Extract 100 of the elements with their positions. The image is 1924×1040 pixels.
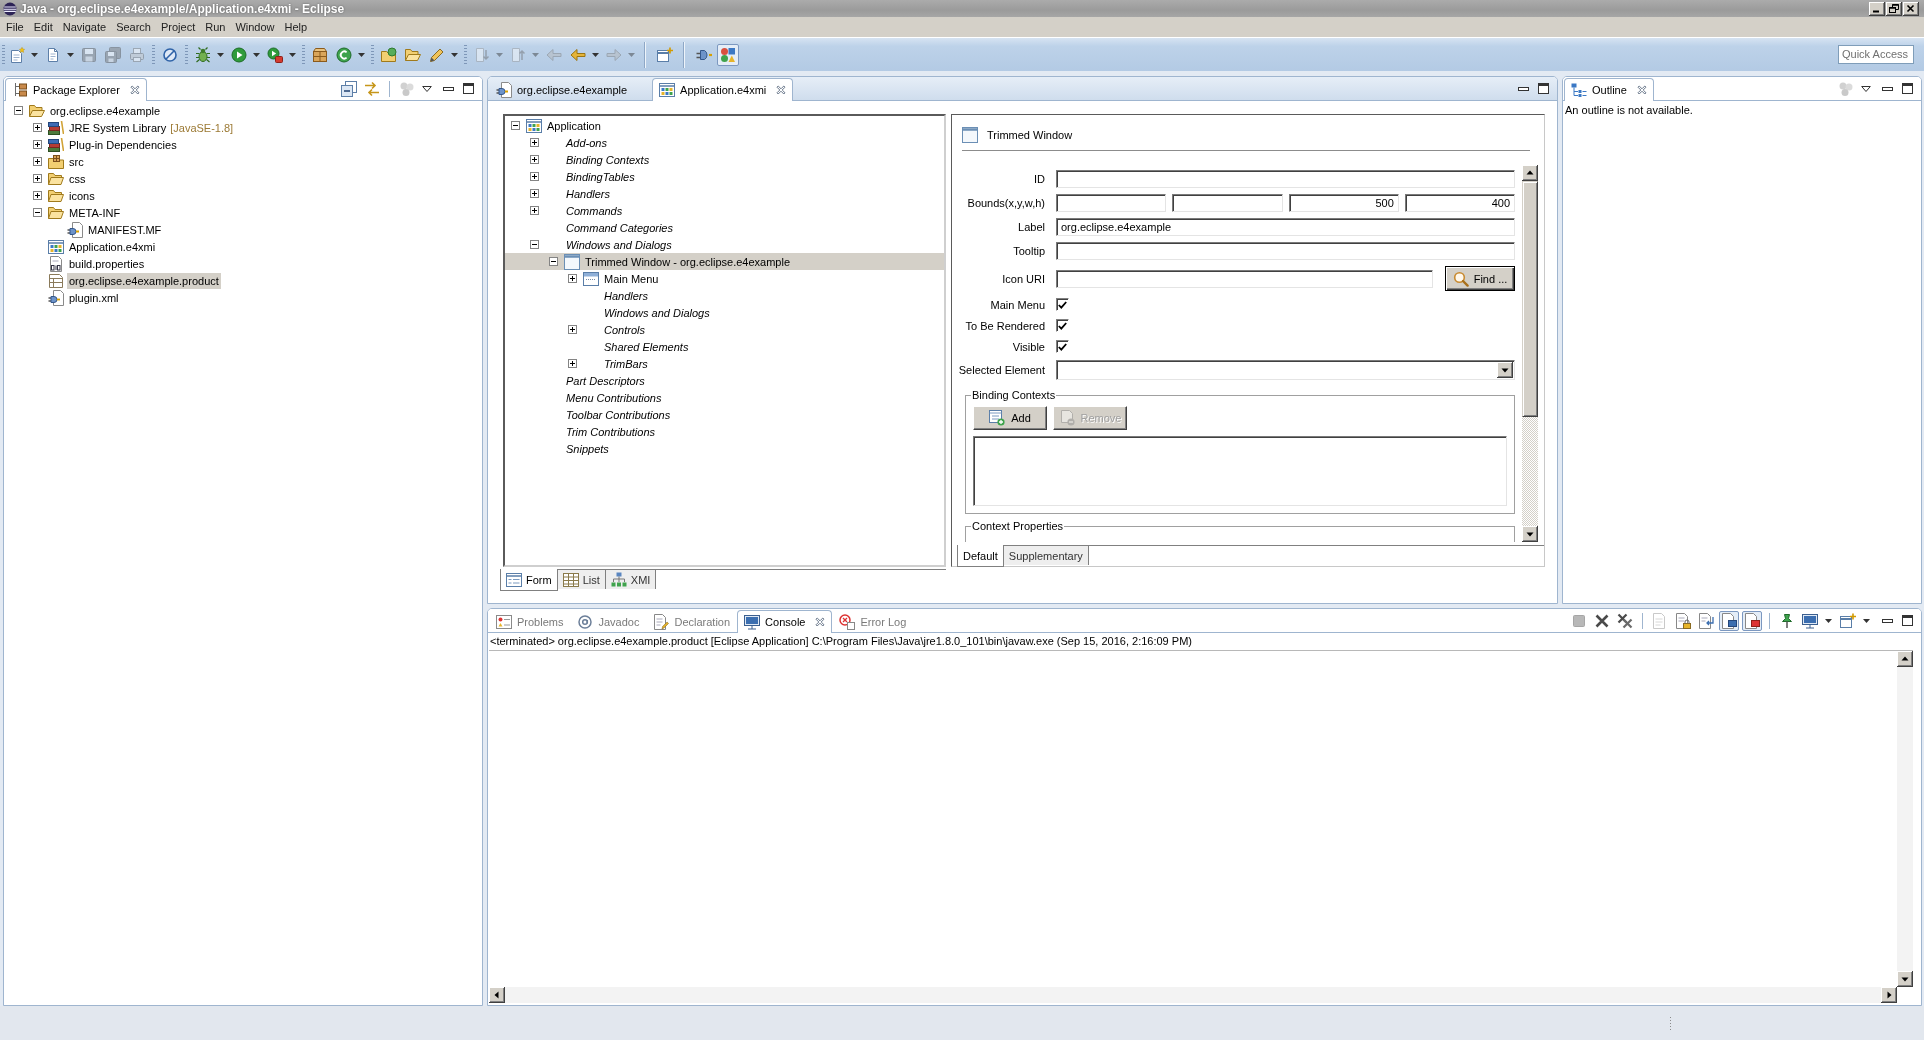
monitor-document-icon[interactable]: [1742, 610, 1762, 631]
tree-item[interactable]: src: [67, 153, 86, 170]
scroll-down-icon[interactable]: [1522, 526, 1538, 542]
tree-item[interactable]: META-INF: [67, 204, 123, 221]
vertical-scrollbar[interactable]: [1897, 651, 1913, 987]
text-field[interactable]: org.eclipse.e4example: [1056, 218, 1515, 236]
collapse-all-icon[interactable]: [339, 78, 359, 99]
tree-item[interactable]: icons: [67, 187, 97, 204]
view-tab[interactable]: Problems: [489, 610, 571, 632]
scroll-up-icon[interactable]: [1522, 165, 1538, 181]
number-field[interactable]: 500: [1288, 194, 1399, 212]
caret-icon[interactable]: [289, 52, 296, 57]
expand-icon[interactable]: [530, 206, 539, 215]
menu-item[interactable]: File: [1, 21, 29, 33]
caret-icon[interactable]: [1863, 618, 1870, 623]
tree-item[interactable]: BindingTables: [505, 168, 944, 185]
text-field[interactable]: [1056, 269, 1433, 288]
expand-icon[interactable]: [530, 155, 539, 164]
expand-icon[interactable]: [568, 274, 577, 283]
quick-access-field[interactable]: Quick Access: [1838, 45, 1914, 64]
collapse-icon[interactable]: [14, 106, 23, 115]
menu-item[interactable]: Run: [200, 21, 231, 33]
expand-icon[interactable]: [568, 359, 577, 368]
shapes-icon[interactable]: [717, 43, 739, 66]
tree-item[interactable]: Command Categories: [505, 219, 944, 236]
caret-icon[interactable]: [217, 52, 224, 57]
page-tab[interactable]: Default: [957, 545, 1004, 567]
page-tab[interactable]: List: [557, 570, 606, 589]
tree-item[interactable]: Windows and Dialogs: [505, 304, 944, 321]
page-tab[interactable]: Form: [500, 569, 558, 591]
expand-icon[interactable]: [33, 174, 42, 183]
tree-item[interactable]: Snippets: [505, 440, 944, 457]
expand-icon[interactable]: [568, 325, 577, 334]
scroll-left-icon[interactable]: [489, 987, 505, 1003]
menu-item[interactable]: Project: [156, 21, 201, 33]
tree-item[interactable]: org.eclipse.e4example.product: [67, 272, 221, 289]
vertical-scrollbar[interactable]: [1522, 165, 1538, 542]
tree-item[interactable]: Application: [505, 117, 944, 134]
view-tab[interactable]: Declaration: [646, 610, 738, 632]
collapse-icon[interactable]: [33, 208, 42, 217]
view-tab[interactable]: Error Log: [832, 610, 914, 632]
scroll-right-icon[interactable]: [1881, 987, 1897, 1003]
expand-icon[interactable]: [530, 189, 539, 198]
caret-icon[interactable]: [1825, 618, 1832, 623]
minimize-icon[interactable]: [1518, 86, 1529, 91]
caret-icon[interactable]: [358, 52, 365, 57]
monitor-document-icon[interactable]: [1719, 610, 1739, 631]
view-tab[interactable]: Outline: [1564, 78, 1654, 101]
minimize-icon[interactable]: [1869, 1, 1885, 16]
tree-item[interactable]: Windows and Dialogs: [505, 236, 944, 253]
find-button[interactable]: Find ...: [1445, 266, 1515, 291]
tree-item[interactable]: Handlers: [505, 185, 944, 202]
menu-item[interactable]: Window: [230, 21, 280, 33]
tree-item[interactable]: build.properties: [67, 255, 147, 272]
tree-item[interactable]: plugin.xml: [67, 289, 121, 306]
view-tab[interactable]: Javadoc: [570, 610, 647, 632]
restore-icon[interactable]: [1886, 1, 1902, 16]
expand-icon[interactable]: [33, 123, 42, 132]
minimize-icon[interactable]: [1882, 86, 1893, 91]
menu-item[interactable]: Search: [111, 21, 156, 33]
dropdown-field[interactable]: [1056, 360, 1515, 380]
expand-icon[interactable]: [33, 157, 42, 166]
expand-icon[interactable]: [530, 138, 539, 147]
maximize-icon[interactable]: [1902, 615, 1913, 626]
add-button[interactable]: Add: [973, 406, 1047, 430]
collapse-icon[interactable]: [511, 121, 520, 130]
tree-item[interactable]: Controls: [505, 321, 944, 338]
tree-item[interactable]: Plug-in Dependencies: [67, 136, 179, 153]
tree-item[interactable]: Shared Elements: [505, 338, 944, 355]
list-box[interactable]: [973, 436, 1507, 506]
tree-item[interactable]: Trimmed Window - org.eclipse.e4example: [505, 253, 944, 270]
horizontal-scrollbar[interactable]: [489, 987, 1897, 1003]
expand-icon[interactable]: [530, 172, 539, 181]
tree-item[interactable]: MANIFEST.MF: [86, 221, 164, 238]
tree-item[interactable]: Application.e4xmi: [67, 238, 158, 255]
number-field[interactable]: 400: [1404, 194, 1515, 212]
tree-item[interactable]: Toolbar Contributions: [505, 406, 944, 423]
tree-item[interactable]: Commands: [505, 202, 944, 219]
close-icon[interactable]: [1903, 1, 1919, 16]
collapse-icon[interactable]: [549, 257, 558, 266]
menu-item[interactable]: Edit: [28, 21, 58, 33]
view-tab[interactable]: Console: [737, 610, 833, 633]
caret-icon[interactable]: [253, 52, 260, 57]
tree-item[interactable]: Part Descriptors: [505, 372, 944, 389]
maximize-icon[interactable]: [1538, 83, 1549, 94]
tree-item[interactable]: TrimBars: [505, 355, 944, 372]
page-tab[interactable]: XMI: [605, 570, 657, 589]
tree-item[interactable]: Menu Contributions: [505, 389, 944, 406]
caret-icon[interactable]: [31, 52, 38, 57]
scroll-thumb[interactable]: [1522, 181, 1538, 417]
minimize-icon[interactable]: [443, 86, 454, 91]
number-field[interactable]: [1056, 194, 1167, 212]
maximize-icon[interactable]: [463, 83, 474, 94]
document-arrow-icon[interactable]: [1696, 610, 1716, 631]
tree-item[interactable]: Trim Contributions: [505, 423, 944, 440]
scroll-up-icon[interactable]: [1897, 651, 1913, 667]
lock-document-icon[interactable]: [1673, 610, 1693, 631]
view-menu-icon[interactable]: [1859, 83, 1873, 94]
menu-item[interactable]: Help: [279, 21, 313, 33]
view-menu-icon[interactable]: [420, 83, 434, 94]
